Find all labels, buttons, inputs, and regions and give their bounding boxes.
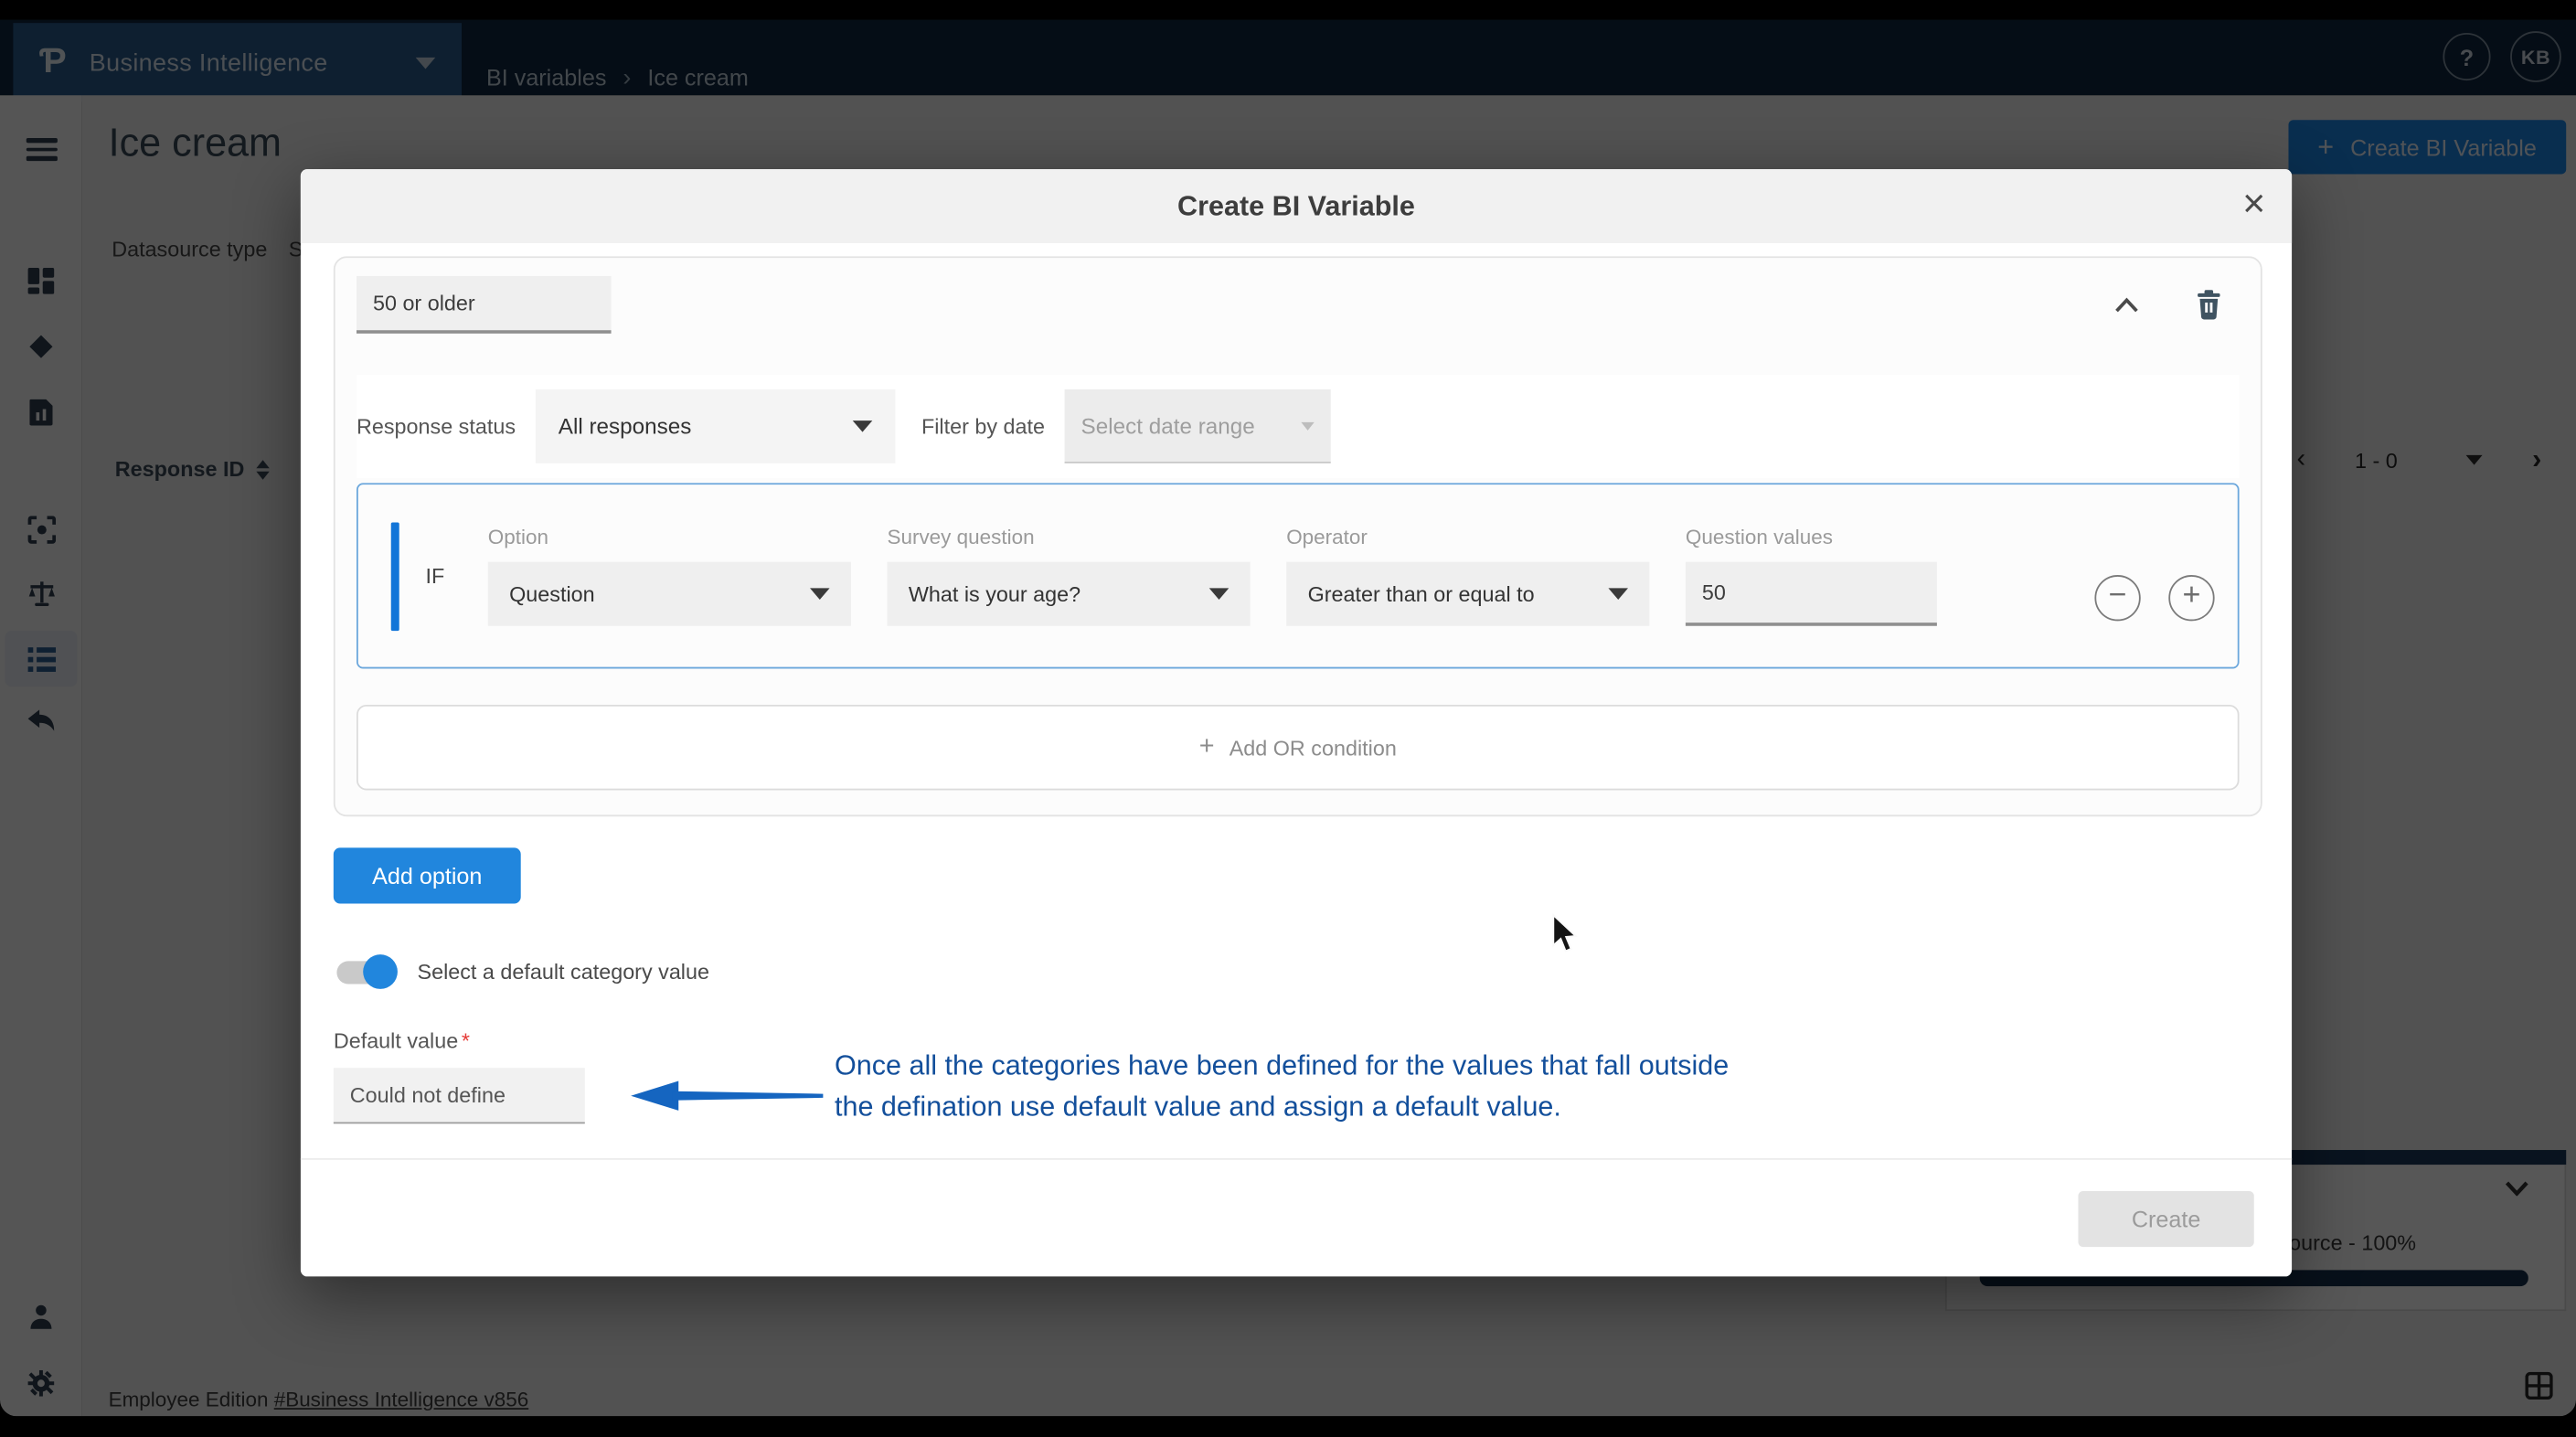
if-condition-box: IF Option Question Survey question What … [357,483,2240,668]
operator-dropdown[interactable]: Greater than or equal to [1286,562,1649,626]
annotation-arrow [629,1078,826,1114]
filters-row: Response status All responses Filter by … [357,375,2240,478]
minus-icon: − [2109,580,2127,611]
filter-by-date-label: Filter by date [921,414,1045,439]
app-stage: BI variables › Ice cream ? KB Ƥ Business… [0,0,2576,1437]
caret-down-icon [810,588,830,600]
add-condition-button[interactable]: + [2168,574,2214,620]
trash-icon [2195,289,2223,320]
caret-down-icon [1301,421,1314,430]
response-status-label: Response status [357,414,516,439]
survey-question-column: Survey question What is your age? [887,526,1250,626]
question-values-column: Question values [1686,526,1937,626]
option-card: Response status All responses Filter by … [334,256,2262,816]
response-status-dropdown[interactable]: All responses [536,389,896,463]
caret-down-icon [1209,588,1229,600]
create-bi-variable-modal: Create BI Variable × Re [301,169,2292,1276]
modal-title: Create BI Variable [1177,190,1415,223]
condition-stepper: − + [2094,574,2214,620]
default-category-toggle[interactable] [336,960,392,983]
plus-icon: + [2182,580,2200,611]
modal-footer: Create [301,1158,2292,1276]
caret-down-icon [1608,588,1628,600]
default-value-input[interactable] [334,1068,585,1123]
condition-accent-bar [391,522,399,631]
toggle-knob [363,954,398,989]
default-toggle-row: Select a default category value [334,960,2262,985]
delete-option-button[interactable] [2195,289,2223,320]
date-range-input[interactable]: Select date range [1065,389,1331,463]
survey-question-dropdown[interactable]: What is your age? [887,562,1250,626]
option-column: Option Question [488,526,851,626]
add-option-button[interactable]: Add option [334,847,521,903]
collapse-option-button[interactable] [2114,296,2139,313]
plus-icon: + [1199,733,1215,762]
caret-down-icon [852,420,872,432]
default-toggle-label: Select a default category value [417,960,709,985]
create-button-disabled[interactable]: Create [2078,1190,2253,1246]
question-values-input[interactable] [1686,562,1937,626]
chevron-up-icon [2114,296,2139,313]
modal-body: Response status All responses Filter by … [301,243,2292,1276]
option-name-row [357,276,2240,334]
operator-column: Operator Greater than or equal to [1286,526,1649,626]
annotation-text: Once all the categories have been define… [835,1047,1853,1127]
add-or-condition-button[interactable]: + Add OR condition [357,705,2240,790]
close-icon[interactable]: × [2242,182,2265,228]
modal-header: Create BI Variable × [301,169,2292,243]
remove-condition-button[interactable]: − [2094,574,2140,620]
option-name-input[interactable] [357,276,612,334]
option-dropdown[interactable]: Question [488,562,851,626]
if-label: IF [425,563,452,588]
required-marker: * [462,1028,470,1053]
